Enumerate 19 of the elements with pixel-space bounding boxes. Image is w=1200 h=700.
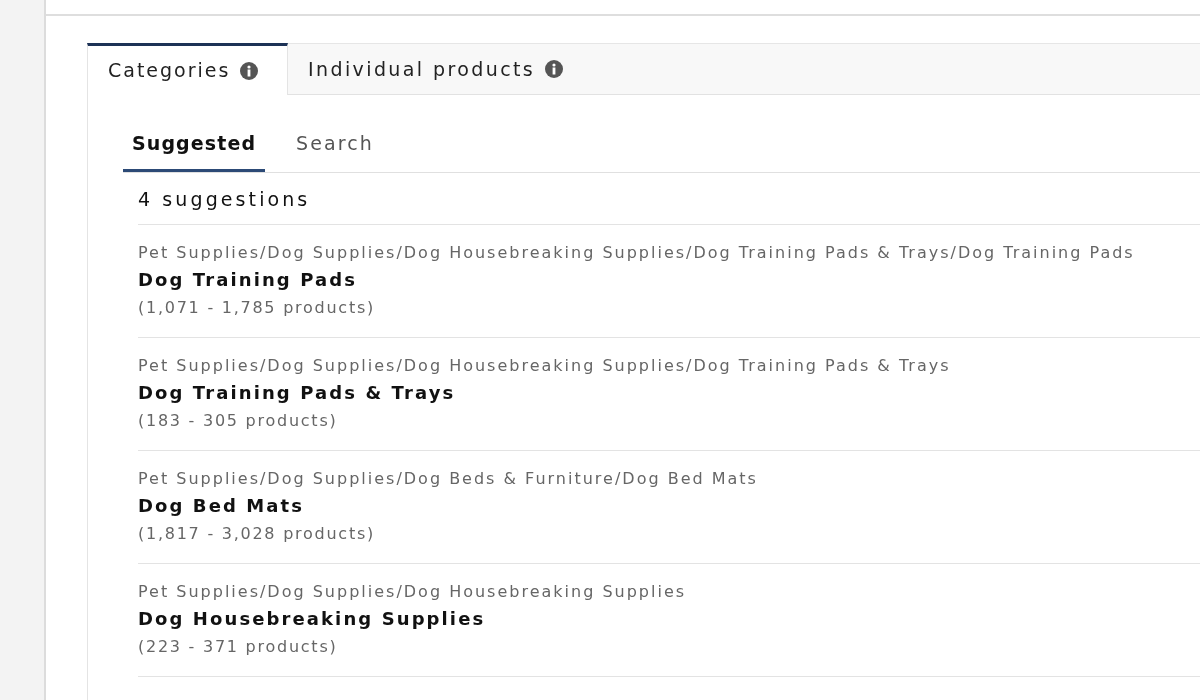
- category-path: Pet Supplies/Dog Supplies/Dog Housebreaking Supplies/Dog Training Pads & Trays/Dog Training Pads: [138, 243, 1136, 263]
- info-icon[interactable]: [240, 61, 259, 80]
- category-path: Pet Supplies/Dog Supplies/Dog Beds & Furniture/Dog Bed Mats: [138, 469, 759, 489]
- product-count: (1,071 - 1,785 products): [138, 298, 376, 318]
- product-count: (223 - 371 products): [138, 637, 339, 657]
- suggestion-count: 4 suggestions: [138, 173, 1200, 225]
- info-icon[interactable]: [545, 60, 564, 78]
- category-title: Dog Bed Mats: [138, 494, 306, 518]
- category-path: Pet Supplies/Dog Supplies/Dog Housebreaking Supplies: [138, 582, 688, 602]
- product-count: (183 - 305 products): [138, 411, 339, 431]
- category-title: Dog Training Pads & Trays: [138, 381, 457, 405]
- category-title: Dog Housebreaking Supplies: [138, 607, 487, 631]
- tab[interactable]: Categories: [87, 43, 288, 95]
- category-title: Dog Training Pads: [138, 268, 359, 292]
- category-path: Pet Supplies/Dog Supplies/Dog Housebreaking Supplies/Dog Training Pads & Trays: [138, 356, 952, 376]
- tab[interactable]: Individual products: [288, 43, 584, 95]
- product-count: (1,817 - 3,028 products): [138, 524, 376, 544]
- sub-tab[interactable]: Search: [287, 115, 383, 172]
- sub-tab[interactable]: Suggested: [123, 115, 266, 172]
